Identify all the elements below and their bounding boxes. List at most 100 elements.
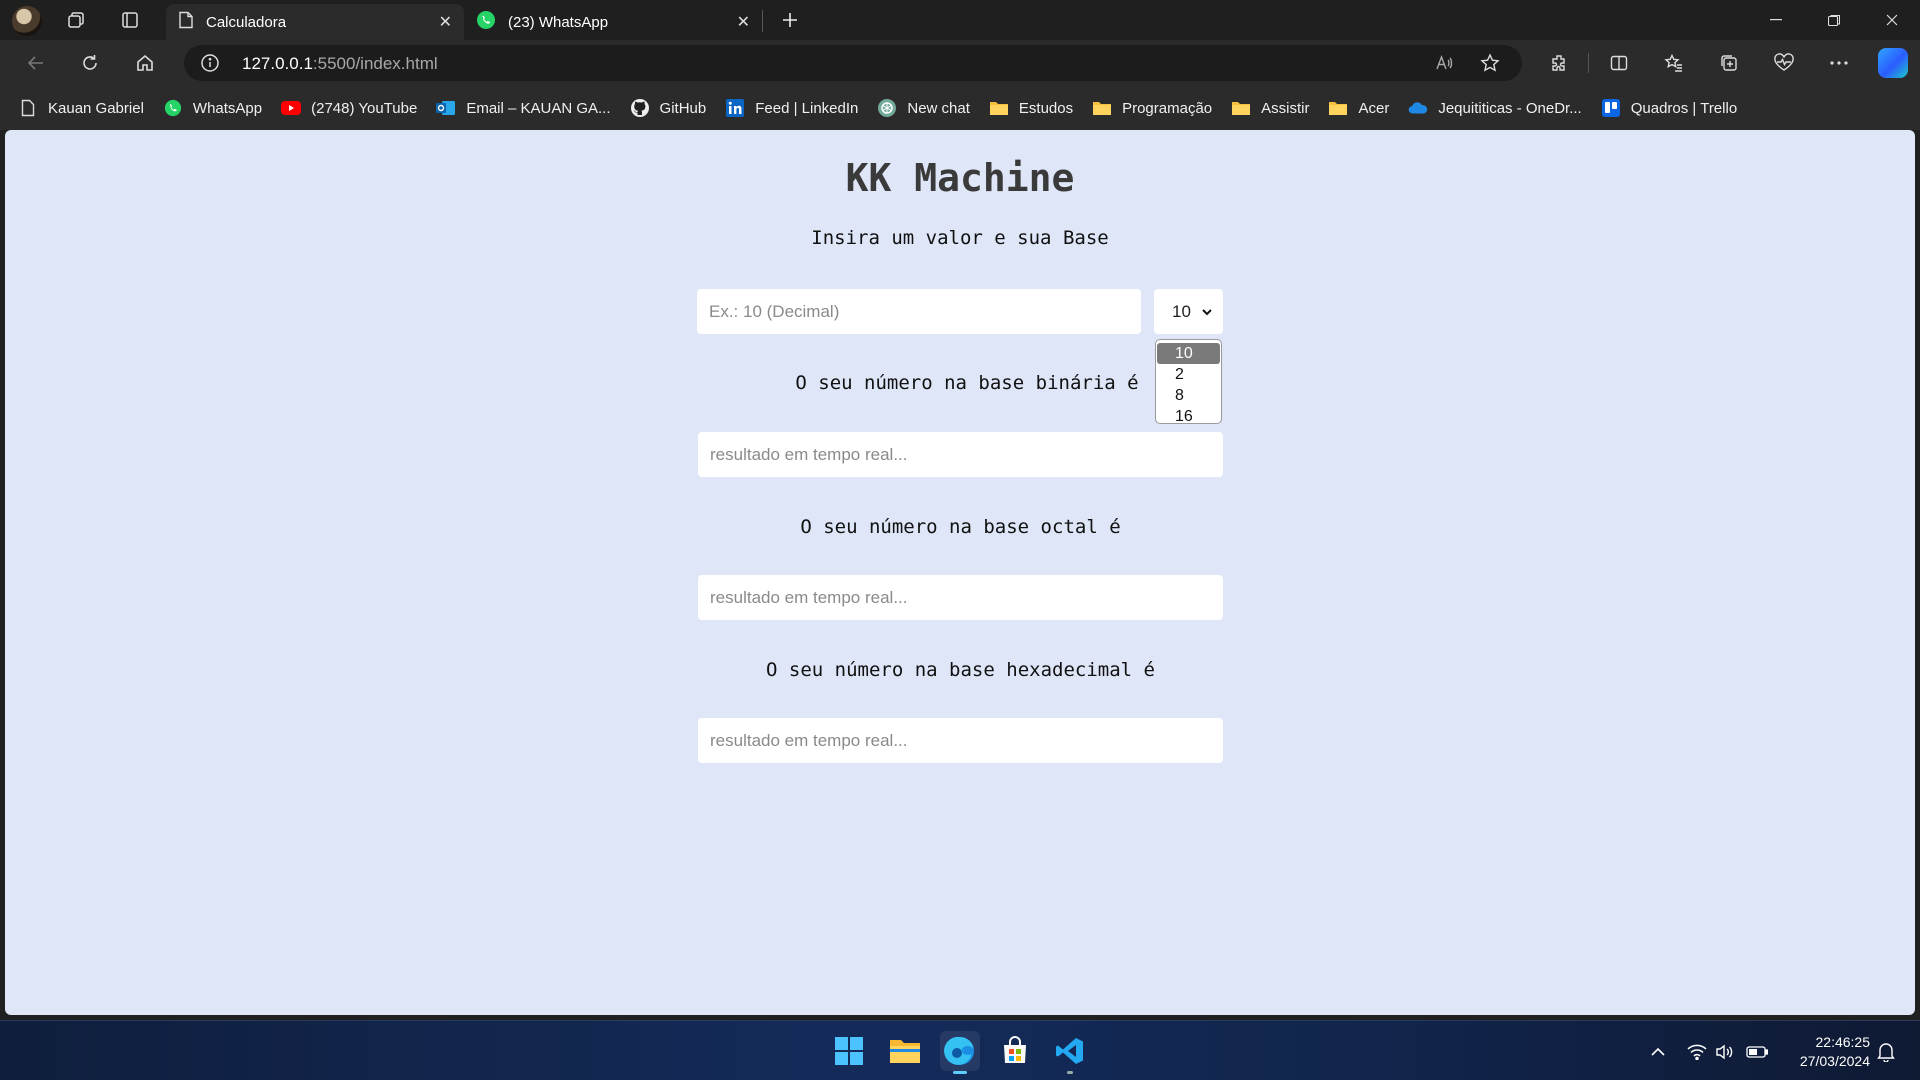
base-option-16[interactable]: 16	[1157, 406, 1220, 427]
bookmark-label: Assistir	[1261, 99, 1310, 117]
tab-title: Calculadora	[206, 13, 287, 31]
notification-bell-icon[interactable]	[1875, 1041, 1897, 1063]
bookmark-label: Email – KAUAN GA...	[466, 99, 611, 117]
close-tab-icon[interactable]: ✕	[737, 12, 750, 32]
tab-title: (23) WhatsApp	[508, 13, 609, 31]
value-input[interactable]	[697, 289, 1141, 334]
close-window-icon[interactable]	[1864, 0, 1920, 40]
whatsapp-icon	[163, 98, 183, 118]
bookmark-folder-estudos[interactable]: Estudos	[989, 98, 1073, 118]
tab-whatsapp[interactable]: (23) WhatsApp ✕	[464, 4, 762, 40]
bookmark-label: Estudos	[1018, 99, 1074, 117]
bookmark-label: WhatsApp	[192, 99, 263, 117]
bookmark-label: Feed | LinkedIn	[755, 99, 859, 117]
bookmark-label: Kauan Gabriel	[48, 99, 144, 117]
site-info-icon[interactable]	[200, 53, 220, 78]
system-clock[interactable]: 22:46:25 27/03/2024	[1770, 1033, 1870, 1071]
bookmark-kauan-gabriel[interactable]: Kauan Gabriel	[18, 98, 144, 118]
base-option-8[interactable]: 8	[1157, 385, 1220, 406]
bookmark-folder-programacao[interactable]: Programação	[1092, 98, 1212, 118]
page-icon	[18, 98, 38, 118]
octal-label: O seu número na base octal é	[800, 516, 1121, 538]
bookmark-email[interactable]: Email – KAUAN GA...	[436, 98, 611, 118]
battery-icon[interactable]	[1746, 1041, 1768, 1063]
bookmark-label: Jequititicas - OneDr...	[1438, 99, 1582, 117]
vscode-icon[interactable]	[1050, 1031, 1090, 1074]
more-options-icon[interactable]	[1825, 49, 1853, 77]
restore-icon[interactable]	[1806, 0, 1862, 40]
tab-separator	[762, 10, 763, 32]
folder-icon	[1231, 98, 1251, 118]
split-screen-icon[interactable]	[1605, 49, 1633, 77]
back-icon[interactable]	[22, 49, 50, 77]
whatsapp-icon	[476, 10, 496, 34]
bookmark-github[interactable]: GitHub	[630, 98, 707, 118]
read-aloud-icon[interactable]	[1432, 51, 1456, 75]
bookmark-new-chat[interactable]: New chat	[877, 98, 970, 118]
clock-time: 22:46:25	[1815, 1034, 1871, 1050]
windows-taskbar: 22:46:25 27/03/2024	[0, 1020, 1920, 1080]
bookmark-onedrive[interactable]: Jequititicas - OneDr...	[1408, 98, 1582, 118]
file-explorer-icon[interactable]	[885, 1031, 925, 1071]
extensions-icon[interactable]	[1545, 49, 1573, 77]
base-option-2[interactable]: 2	[1157, 364, 1220, 385]
folder-icon	[989, 98, 1009, 118]
base-option-10[interactable]: 10	[1157, 343, 1220, 364]
collections-icon[interactable]	[1715, 49, 1743, 77]
url-text: 127.0.0.1:5500/index.html	[242, 54, 438, 74]
bookmark-label: GitHub	[659, 99, 707, 117]
close-tab-icon[interactable]: ✕	[439, 12, 452, 32]
page-viewport: KK Machine Insira um valor e sua Base 10…	[5, 130, 1915, 1015]
hex-result-field[interactable]	[698, 718, 1223, 763]
microsoft-store-icon[interactable]	[995, 1031, 1035, 1071]
minimize-icon[interactable]	[1748, 0, 1804, 40]
hex-label: O seu número na base hexadecimal é	[766, 659, 1155, 681]
chevron-up-icon[interactable]	[1647, 1041, 1669, 1063]
tab-calculadora[interactable]: Calculadora ✕	[166, 4, 464, 40]
bookmark-youtube[interactable]: (2748) YouTube	[281, 98, 417, 118]
page-title: KK Machine	[845, 156, 1075, 200]
bookmark-folder-assistir[interactable]: Assistir	[1231, 98, 1309, 118]
folder-icon	[1328, 98, 1348, 118]
github-icon	[630, 98, 650, 118]
bookmark-label: Programação	[1122, 99, 1213, 117]
edge-browser-icon[interactable]	[940, 1031, 980, 1074]
new-tab-icon[interactable]	[778, 8, 802, 32]
favorites-icon[interactable]	[1660, 49, 1688, 77]
trello-icon	[1601, 98, 1621, 118]
wifi-icon[interactable]	[1686, 1041, 1708, 1063]
bookmark-linkedin[interactable]: Feed | LinkedIn	[725, 98, 858, 118]
base-options-dropdown: 10 2 8 16	[1155, 339, 1222, 427]
page-icon	[178, 11, 194, 33]
bookmark-whatsapp[interactable]: WhatsApp	[163, 98, 262, 118]
running-app-indicator	[1067, 1071, 1073, 1074]
linkedin-icon	[725, 98, 745, 118]
clock-date: 27/03/2024	[1799, 1053, 1870, 1069]
home-icon[interactable]	[131, 49, 159, 77]
refresh-icon[interactable]	[76, 49, 104, 77]
bookmark-folder-acer[interactable]: Acer	[1328, 98, 1389, 118]
vertical-tabs-icon[interactable]	[118, 8, 142, 32]
active-app-indicator	[953, 1071, 967, 1074]
bookmark-label: New chat	[907, 99, 970, 117]
binary-result-field[interactable]	[698, 432, 1223, 477]
base-select[interactable]: 10	[1154, 289, 1223, 334]
octal-result-field[interactable]	[698, 575, 1223, 620]
workspaces-icon[interactable]	[64, 8, 88, 32]
browser-toolbar: 127.0.0.1:5500/index.html	[0, 40, 1920, 86]
toolbar-separator	[1588, 53, 1589, 73]
base-select-value: 10	[1172, 301, 1191, 321]
address-bar[interactable]: 127.0.0.1:5500/index.html	[184, 45, 1522, 81]
windows-start-icon[interactable]	[829, 1031, 869, 1071]
url-path: :5500/index.html	[312, 54, 438, 73]
browser-essentials-icon[interactable]	[1770, 49, 1798, 77]
page-subtitle: Insira um valor e sua Base	[811, 227, 1109, 249]
bookmark-trello[interactable]: Quadros | Trello	[1601, 98, 1737, 118]
favorite-star-icon[interactable]	[1478, 51, 1502, 75]
onedrive-icon	[1408, 98, 1428, 118]
copilot-icon[interactable]	[1878, 48, 1908, 78]
volume-icon[interactable]	[1714, 1041, 1736, 1063]
bookmark-label: Acer	[1358, 99, 1390, 117]
profile-avatar[interactable]	[12, 6, 42, 36]
browser-titlebar: Calculadora ✕ (23) WhatsApp ✕	[0, 0, 1920, 40]
